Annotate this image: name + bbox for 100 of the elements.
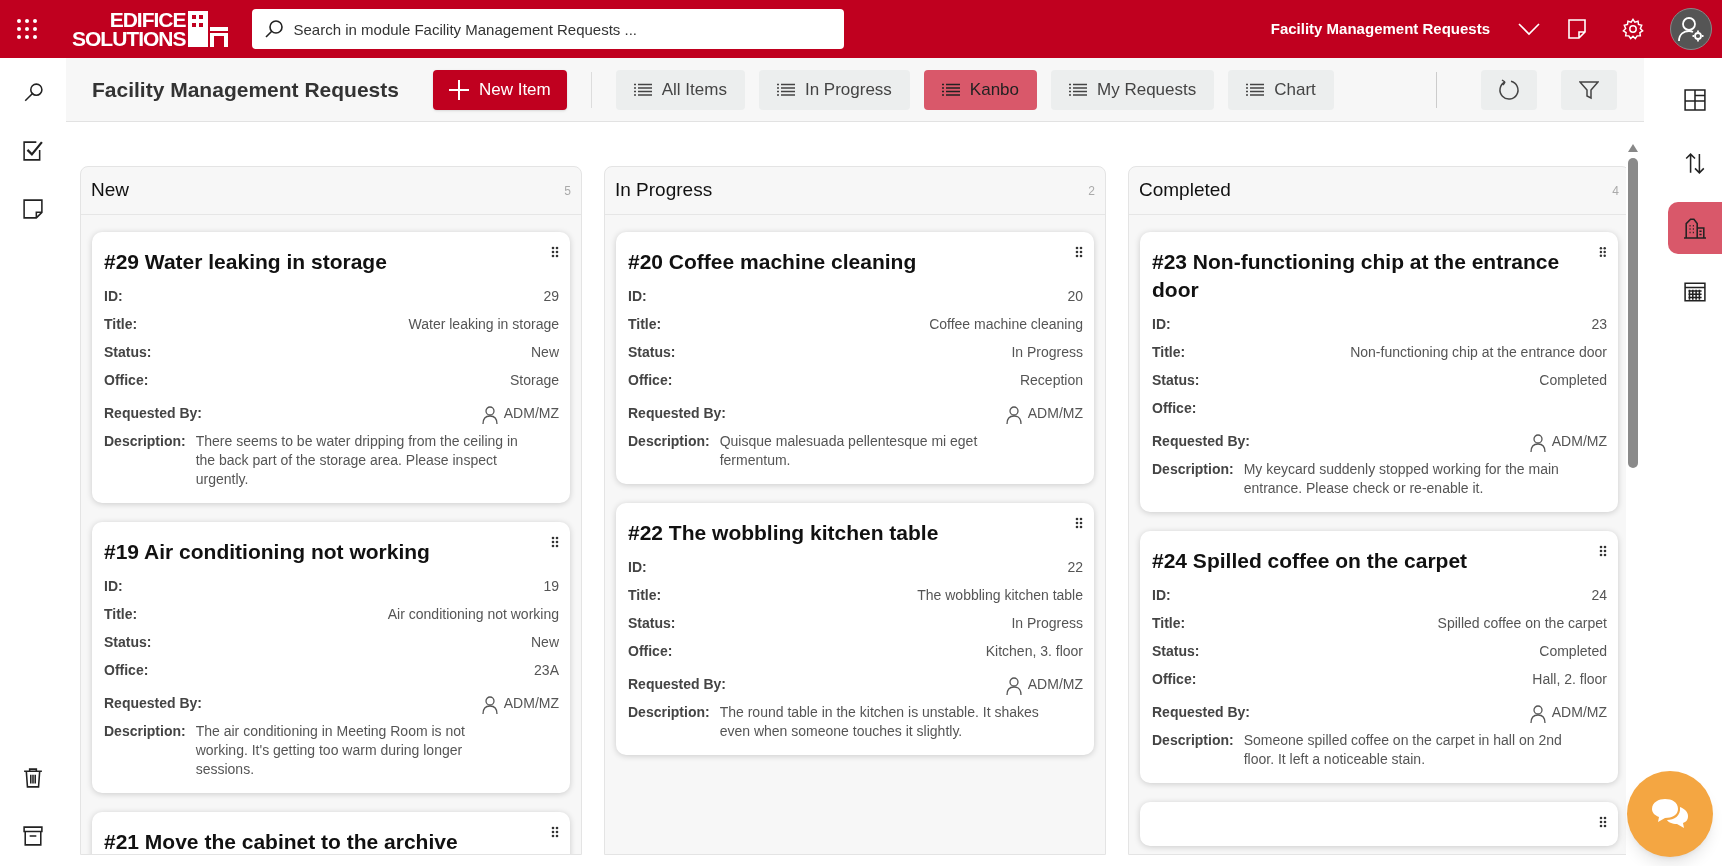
- request-card[interactable]: [92, 522, 570, 793]
- field-value: Air conditioning not working: [387, 604, 559, 624]
- field-value: There seems to be water dripping from the ceiling in the back part of the storage area. Please inspect urgently.: [195, 432, 519, 489]
- field-label: ID:: [104, 576, 123, 596]
- view-tab[interactable]: Chart: [1228, 69, 1334, 110]
- plus-icon: [448, 79, 469, 100]
- field-label: Office:: [628, 370, 673, 390]
- user-avatar[interactable]: [1670, 8, 1712, 50]
- chevron-down-icon[interactable]: [1518, 22, 1540, 36]
- card-title: #21 Move the cabinet to the archive: [104, 829, 458, 854]
- field-label: Status:: [628, 342, 676, 362]
- field-label: Requested By:: [104, 694, 203, 713]
- card-title: #29 Water leaking in storage: [104, 249, 387, 275]
- building-icon: [1684, 217, 1706, 239]
- person-icon: [1529, 434, 1546, 452]
- request-card[interactable]: [92, 232, 570, 503]
- logo-text: EDIFICE: [109, 10, 186, 29]
- search-icon: [263, 19, 284, 39]
- archive-icon[interactable]: [23, 826, 43, 846]
- field-value: Hall, 2. floor: [1532, 669, 1607, 689]
- request-card[interactable]: [1140, 531, 1618, 783]
- filter-icon: [1578, 79, 1599, 100]
- column-count: 4: [1612, 182, 1619, 200]
- field-label: Title:: [1152, 613, 1186, 633]
- column-title: In Progress: [615, 178, 713, 203]
- view-tab[interactable]: All Items: [615, 69, 745, 110]
- logo-text: SOLUTIONS: [72, 29, 186, 48]
- drag-handle-icon[interactable]: [551, 536, 559, 548]
- view-tab[interactable]: My Requests: [1051, 69, 1215, 110]
- field-label: Title:: [104, 314, 138, 334]
- field-label: Status:: [1152, 641, 1200, 661]
- column-count: 2: [1088, 182, 1095, 200]
- field-label: Office:: [104, 660, 149, 680]
- settings-icon[interactable]: [1622, 18, 1644, 40]
- person-icon: [481, 696, 498, 714]
- view-tab[interactable]: Kanbo: [923, 69, 1037, 110]
- drag-handle-icon[interactable]: [1075, 517, 1083, 529]
- field-label: Title:: [628, 585, 662, 605]
- card-title: #20 Coffee machine cleaning: [628, 249, 917, 275]
- field-value: Someone spilled coffee on the carpet in hall on 2nd floor. It left a noticeable stain.: [1243, 731, 1563, 769]
- drag-handle-icon[interactable]: [551, 246, 559, 258]
- field-label: ID:: [1152, 585, 1171, 605]
- building-logo-icon: [187, 9, 230, 49]
- field-label: Office:: [1152, 669, 1197, 689]
- field-value: ADM/MZ: [1551, 703, 1607, 722]
- checkbox-icon[interactable]: [23, 141, 43, 161]
- field-value: 22: [1067, 557, 1083, 577]
- list-icon: [1246, 82, 1265, 97]
- request-card[interactable]: #20 Coffee machine cleaning ID: 20 Title: Coffee machine cleaning Status: In Progress Office: Reception Requested By: ADM/MZ Description: Quisque malesuada pellentesque mi eget fermentum.: [616, 232, 1094, 484]
- drag-handle-icon[interactable]: [1599, 545, 1607, 557]
- layout-grid-icon: [1684, 89, 1706, 111]
- request-card[interactable]: [616, 503, 1094, 755]
- request-card[interactable]: #21 Move the cabinet to the archive: [92, 812, 570, 854]
- list-icon: [776, 82, 795, 97]
- calendar-icon: [1684, 281, 1706, 303]
- field-label: Office:: [104, 370, 149, 390]
- field-label: Description:: [104, 432, 186, 451]
- trash-icon[interactable]: [23, 768, 43, 788]
- field-label: ID:: [1152, 314, 1171, 334]
- field-value: Kitchen, 3. floor: [985, 641, 1083, 661]
- refresh-icon: [1497, 78, 1520, 101]
- request-card[interactable]: [1140, 232, 1618, 512]
- new-item-button[interactable]: New Item: [432, 69, 567, 110]
- field-value: New: [531, 632, 559, 652]
- list-icon: [1069, 82, 1087, 97]
- field-value: New: [531, 342, 559, 362]
- drag-handle-icon[interactable]: [551, 826, 559, 838]
- field-value: Coffee machine cleaning: [929, 314, 1083, 334]
- column-count: 5: [564, 182, 571, 200]
- field-value: The wobbling kitchen table: [917, 585, 1083, 605]
- field-value: In Progress: [1011, 613, 1083, 633]
- scroll-up-arrow-icon[interactable]: [1628, 144, 1638, 152]
- drag-handle-icon[interactable]: [1599, 246, 1607, 258]
- card-title: #19 Air conditioning not working: [104, 539, 430, 565]
- field-label: Status:: [1152, 370, 1200, 390]
- field-label: Requested By:: [1152, 703, 1251, 722]
- field-value: 23: [1591, 314, 1607, 334]
- field-label: Office:: [1152, 398, 1197, 418]
- field-label: Description:: [1152, 731, 1234, 750]
- card-title: #23 Non-functioning chip at the entrance door: [1152, 249, 1561, 303]
- search-icon[interactable]: [23, 83, 43, 103]
- field-label: Description:: [104, 722, 186, 741]
- view-tab[interactable]: In Progress: [758, 69, 910, 110]
- drag-handle-icon[interactable]: [1599, 816, 1607, 828]
- building-tab[interactable]: [1668, 202, 1722, 254]
- field-value: ADM/MZ: [1027, 404, 1083, 423]
- field-label: Description:: [628, 432, 710, 451]
- field-label: Description:: [1152, 460, 1234, 479]
- sort-arrows-icon: [1684, 153, 1706, 175]
- module-title: Facility Management Requests: [1270, 18, 1490, 39]
- drag-handle-icon[interactable]: [1075, 246, 1083, 258]
- filter-button[interactable]: [1560, 69, 1617, 110]
- refresh-button[interactable]: [1480, 69, 1537, 110]
- field-label: ID:: [628, 557, 647, 577]
- search-field[interactable]: Search in module Facility Management Requests ...: [251, 9, 844, 49]
- field-label: Title:: [628, 314, 662, 334]
- field-value: Non-functioning chip at the entrance door: [1350, 342, 1607, 362]
- chat-bubbles-icon: [1650, 797, 1690, 831]
- note-icon[interactable]: [23, 199, 43, 219]
- person-icon: [1005, 406, 1022, 424]
